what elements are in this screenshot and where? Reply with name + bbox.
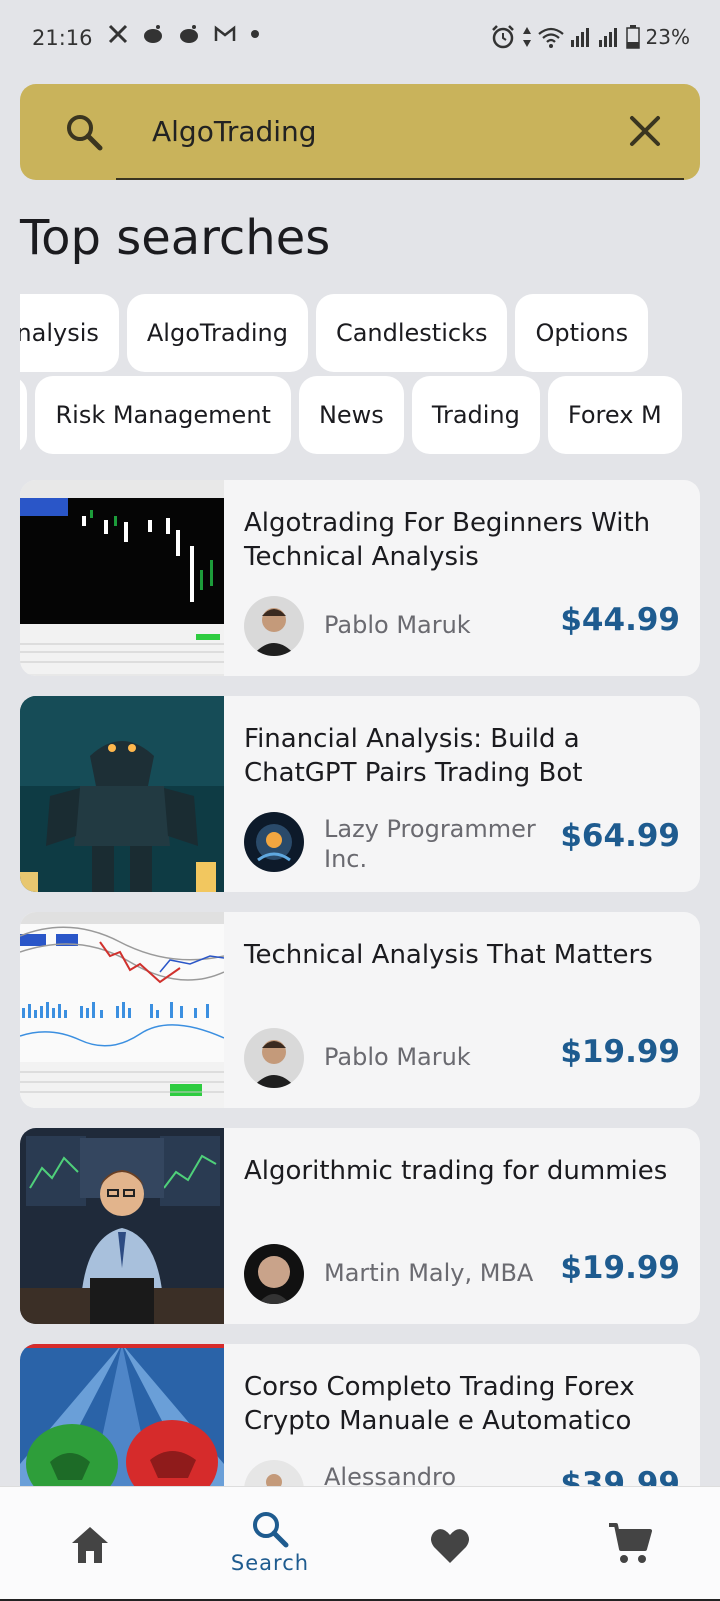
course-card[interactable]: Financial Analysis: Build a ChatGPT Pair… [20,696,700,892]
signal-icon [598,28,617,47]
author-name: Lazy Programmer Inc. [324,815,536,873]
course-price: $64.99 [560,818,680,854]
notification-icons [108,24,260,44]
author-avatar [244,596,304,656]
course-title: Corso Completo Trading Forex Crypto Manu… [244,1372,635,1436]
bottom-nav: Search [0,1486,720,1601]
course-title: Algorithmic trading for dummies [244,1156,668,1186]
chip-risk-management[interactable]: Risk Management [35,376,291,454]
gmail-icon [214,25,236,41]
nav-search-label: Search [230,1551,310,1575]
chip-options[interactable]: Options [515,294,649,372]
course-thumbnail [20,696,224,892]
search-icon [253,1512,289,1548]
x-icon [108,24,128,44]
chip-forex[interactable]: Forex M [547,376,682,454]
dot-icon [251,30,259,38]
battery-percent: 23% [645,25,690,49]
reddit-icon [144,25,162,43]
course-price: $19.99 [560,1250,680,1286]
search-underline [116,178,684,180]
author-avatar [244,1028,304,1088]
author-name: Pablo Maruk [324,611,471,639]
chip-candlesticks[interactable]: Candlesticks [315,294,508,372]
search-icon [67,115,103,151]
home-icon [72,1527,108,1563]
data-arrows-icon [522,27,531,47]
course-price: $44.99 [560,602,680,638]
clear-search-icon[interactable] [628,114,662,148]
author-avatar [244,812,304,872]
battery-icon [625,25,640,49]
author-name: Pablo Maruk [324,1043,471,1071]
nav-favorites[interactable] [390,1487,510,1601]
chip-algotrading[interactable]: AlgoTrading [126,294,308,372]
nav-search[interactable]: Search [210,1487,330,1601]
nav-home[interactable] [30,1487,150,1601]
course-thumbnail [20,912,224,1108]
course-title: Algotrading For Beginners With Technical… [244,508,651,572]
heart-icon [431,1529,469,1563]
nav-cart[interactable] [570,1487,690,1601]
course-card[interactable]: Technical Analysis That Matters Pablo Ma… [20,912,700,1108]
cart-icon [609,1523,652,1563]
alarm-icon [491,25,514,49]
system-icons: 23% [490,24,690,50]
chip-news[interactable]: News [298,376,404,454]
chip-analysis[interactable]: Analysis [20,294,119,372]
course-price: $19.99 [560,1034,680,1070]
author-name: Martin Maly, MBA [324,1259,534,1287]
top-searches-row-1[interactable]: Analysis AlgoTrading Candlesticks Option… [20,294,700,374]
top-searches-title: Top searches [20,210,331,266]
status-time: 21:16 [32,26,93,50]
signal-icon [570,28,589,47]
course-thumbnail [20,1128,224,1324]
course-title: Financial Analysis: Build a ChatGPT Pair… [244,724,583,788]
course-card[interactable]: Algorithmic trading for dummies Martin M… [20,1128,700,1324]
chip-mc[interactable]: MC [20,376,28,454]
search-bar [20,84,700,180]
wifi-icon [537,27,564,48]
search-input[interactable] [132,106,622,156]
course-title: Technical Analysis That Matters [244,940,653,970]
reddit-icon [180,25,198,43]
chip-trading[interactable]: Trading [411,376,540,454]
author-avatar [244,1244,304,1304]
course-thumbnail [20,480,224,676]
top-searches-row-2[interactable]: MC Risk Management News Trading Forex M [20,376,700,456]
status-bar: 21:16 23% [0,0,720,80]
course-card[interactable]: Algotrading For Beginners With Technical… [20,480,700,676]
